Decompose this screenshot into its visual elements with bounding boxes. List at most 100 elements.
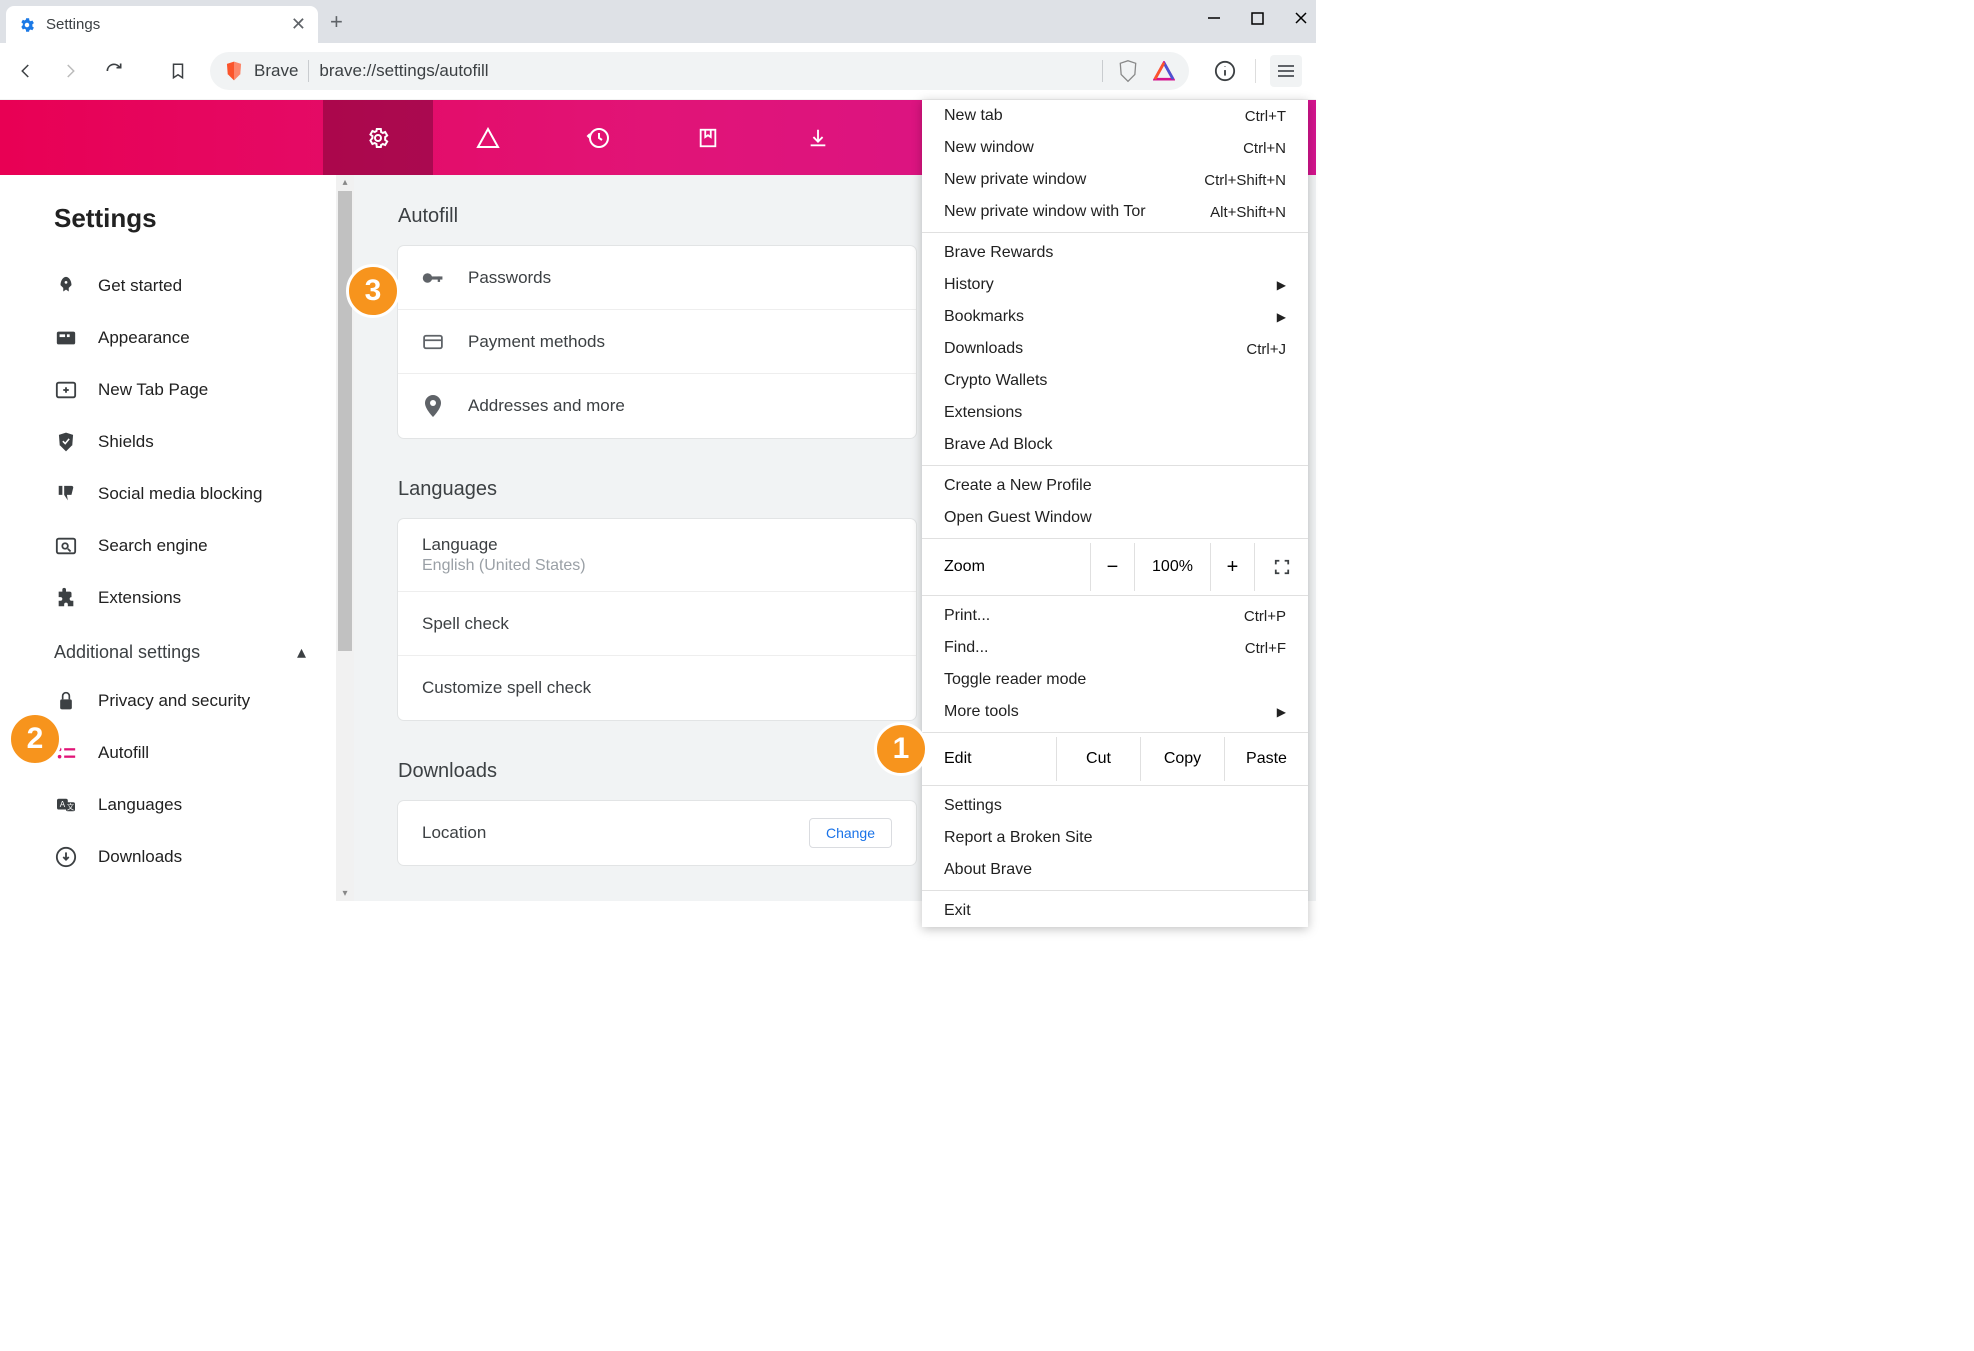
menu-adblock[interactable]: Brave Ad Block	[922, 429, 1308, 461]
menu-print[interactable]: Print...Ctrl+P	[922, 600, 1308, 632]
zoom-out-button[interactable]: −	[1090, 543, 1134, 591]
lock-icon	[54, 689, 78, 713]
menu-new-private[interactable]: New private windowCtrl+Shift+N	[922, 164, 1308, 196]
browser-tab[interactable]: Settings ✕	[6, 6, 318, 43]
badge-3: 3	[346, 264, 400, 318]
menu-report[interactable]: Report a Broken Site	[922, 822, 1308, 854]
row-payment[interactable]: Payment methods	[398, 310, 916, 374]
address-bar[interactable]: Brave brave://settings/autofill	[210, 52, 1189, 90]
divider	[1255, 59, 1256, 83]
language-icon: A文	[54, 793, 78, 817]
menu-new-profile[interactable]: Create a New Profile	[922, 470, 1308, 502]
new-tab-button[interactable]: +	[330, 9, 343, 35]
tab-bookmarks[interactable]	[653, 100, 763, 175]
tab-downloads[interactable]	[763, 100, 873, 175]
svg-text:A: A	[60, 800, 66, 809]
menu-edit-row: Edit Cut Copy Paste	[922, 737, 1308, 781]
sidebar-item-appearance[interactable]: Appearance	[54, 312, 316, 364]
menu-new-tor[interactable]: New private window with TorAlt+Shift+N	[922, 196, 1308, 228]
menu-downloads[interactable]: DownloadsCtrl+J	[922, 333, 1308, 365]
cut-button[interactable]: Cut	[1056, 737, 1140, 781]
sidebar-title: Settings	[54, 203, 316, 234]
sidebar-item-search-engine[interactable]: Search engine	[54, 520, 316, 572]
languages-card: Language English (United States) Spell c…	[398, 519, 916, 720]
tab-rewards[interactable]	[433, 100, 543, 175]
bookmark-button[interactable]	[166, 59, 190, 83]
menu-reader[interactable]: Toggle reader mode	[922, 664, 1308, 696]
menu-new-tab[interactable]: New tabCtrl+T	[922, 100, 1308, 132]
lion-shield-icon[interactable]	[1117, 59, 1139, 83]
close-window-icon[interactable]	[1294, 11, 1308, 25]
menu-find[interactable]: Find...Ctrl+F	[922, 632, 1308, 664]
reload-button[interactable]	[102, 59, 126, 83]
url-text: brave://settings/autofill	[319, 61, 488, 81]
menu-rewards[interactable]: Brave Rewards	[922, 237, 1308, 269]
row-location[interactable]: Location Change	[398, 801, 916, 865]
shield-icon	[54, 430, 78, 454]
change-button[interactable]: Change	[809, 818, 892, 848]
menu-exit[interactable]: Exit	[922, 895, 1308, 927]
sidebar-item-languages[interactable]: A文Languages	[54, 779, 316, 831]
menu-extensions[interactable]: Extensions	[922, 397, 1308, 429]
section-languages-title: Languages	[398, 478, 916, 501]
hamburger-menu-button[interactable]	[1270, 55, 1302, 87]
section-downloads-title: Downloads	[398, 760, 916, 783]
downloads-card: Location Change	[398, 801, 916, 865]
chevron-up-icon: ▴	[297, 642, 306, 663]
sidebar-item-social[interactable]: Social media blocking	[54, 468, 316, 520]
row-spellcheck[interactable]: Spell check	[398, 592, 916, 656]
key-icon	[422, 271, 444, 285]
scroll-up-icon[interactable]: ▴	[336, 177, 354, 188]
pin-icon	[422, 395, 444, 417]
menu-history[interactable]: History▶	[922, 269, 1308, 301]
sidebar-item-new-tab-page[interactable]: New Tab Page	[54, 364, 316, 416]
paste-button[interactable]: Paste	[1224, 737, 1308, 781]
brave-shield-icon	[224, 60, 244, 82]
row-customize-spellcheck[interactable]: Customize spell check	[398, 656, 916, 720]
sidebar-additional-heading[interactable]: Additional settings▴	[54, 624, 316, 675]
menu-more-tools[interactable]: More tools▶	[922, 696, 1308, 728]
autofill-card: Passwords Payment methods Addresses and …	[398, 246, 916, 438]
minimize-icon[interactable]	[1207, 11, 1221, 25]
sidebar-item-get-started[interactable]: Get started	[54, 260, 316, 312]
back-button[interactable]	[14, 59, 38, 83]
badge-2: 2	[8, 712, 62, 766]
tab-title: Settings	[46, 16, 291, 33]
close-tab-icon[interactable]: ✕	[291, 14, 306, 35]
menu-zoom: Zoom − 100% +	[922, 543, 1308, 591]
menu-crypto[interactable]: Crypto Wallets	[922, 365, 1308, 397]
menu-bookmarks[interactable]: Bookmarks▶	[922, 301, 1308, 333]
divider	[308, 60, 309, 82]
sidebar-item-autofill[interactable]: Autofill	[54, 727, 316, 779]
search-page-icon	[54, 534, 78, 558]
sidebar-item-downloads[interactable]: Downloads	[54, 831, 316, 883]
scroll-down-icon[interactable]: ▾	[336, 888, 354, 899]
sidebar-item-privacy[interactable]: Privacy and security	[54, 675, 316, 727]
brave-label: Brave	[254, 61, 298, 81]
row-passwords[interactable]: Passwords	[398, 246, 916, 310]
info-icon[interactable]	[1209, 55, 1241, 87]
tab-history[interactable]	[543, 100, 653, 175]
maximize-icon[interactable]	[1251, 12, 1264, 25]
menu-about[interactable]: About Brave	[922, 854, 1308, 886]
sidebar: Settings Get started Appearance New Tab …	[0, 175, 336, 901]
copy-button[interactable]: Copy	[1140, 737, 1224, 781]
sidebar-item-extensions[interactable]: Extensions	[54, 572, 316, 624]
menu-new-window[interactable]: New windowCtrl+N	[922, 132, 1308, 164]
fullscreen-button[interactable]	[1254, 543, 1308, 591]
row-addresses[interactable]: Addresses and more	[398, 374, 916, 438]
tab-general[interactable]	[323, 100, 433, 175]
menu-guest[interactable]: Open Guest Window	[922, 502, 1308, 534]
puzzle-icon	[54, 586, 78, 610]
forward-button[interactable]	[58, 59, 82, 83]
sidebar-item-shields[interactable]: Shields	[54, 416, 316, 468]
newtab-icon	[54, 378, 78, 402]
badge-1: 1	[874, 722, 928, 776]
menu-settings[interactable]: Settings	[922, 790, 1308, 822]
download-icon	[54, 845, 78, 869]
rewards-triangle-icon[interactable]	[1153, 61, 1175, 81]
zoom-in-button[interactable]: +	[1210, 543, 1254, 591]
scrollbar-thumb[interactable]	[338, 191, 352, 651]
svg-text:文: 文	[67, 803, 74, 812]
row-language[interactable]: Language English (United States)	[398, 519, 916, 592]
